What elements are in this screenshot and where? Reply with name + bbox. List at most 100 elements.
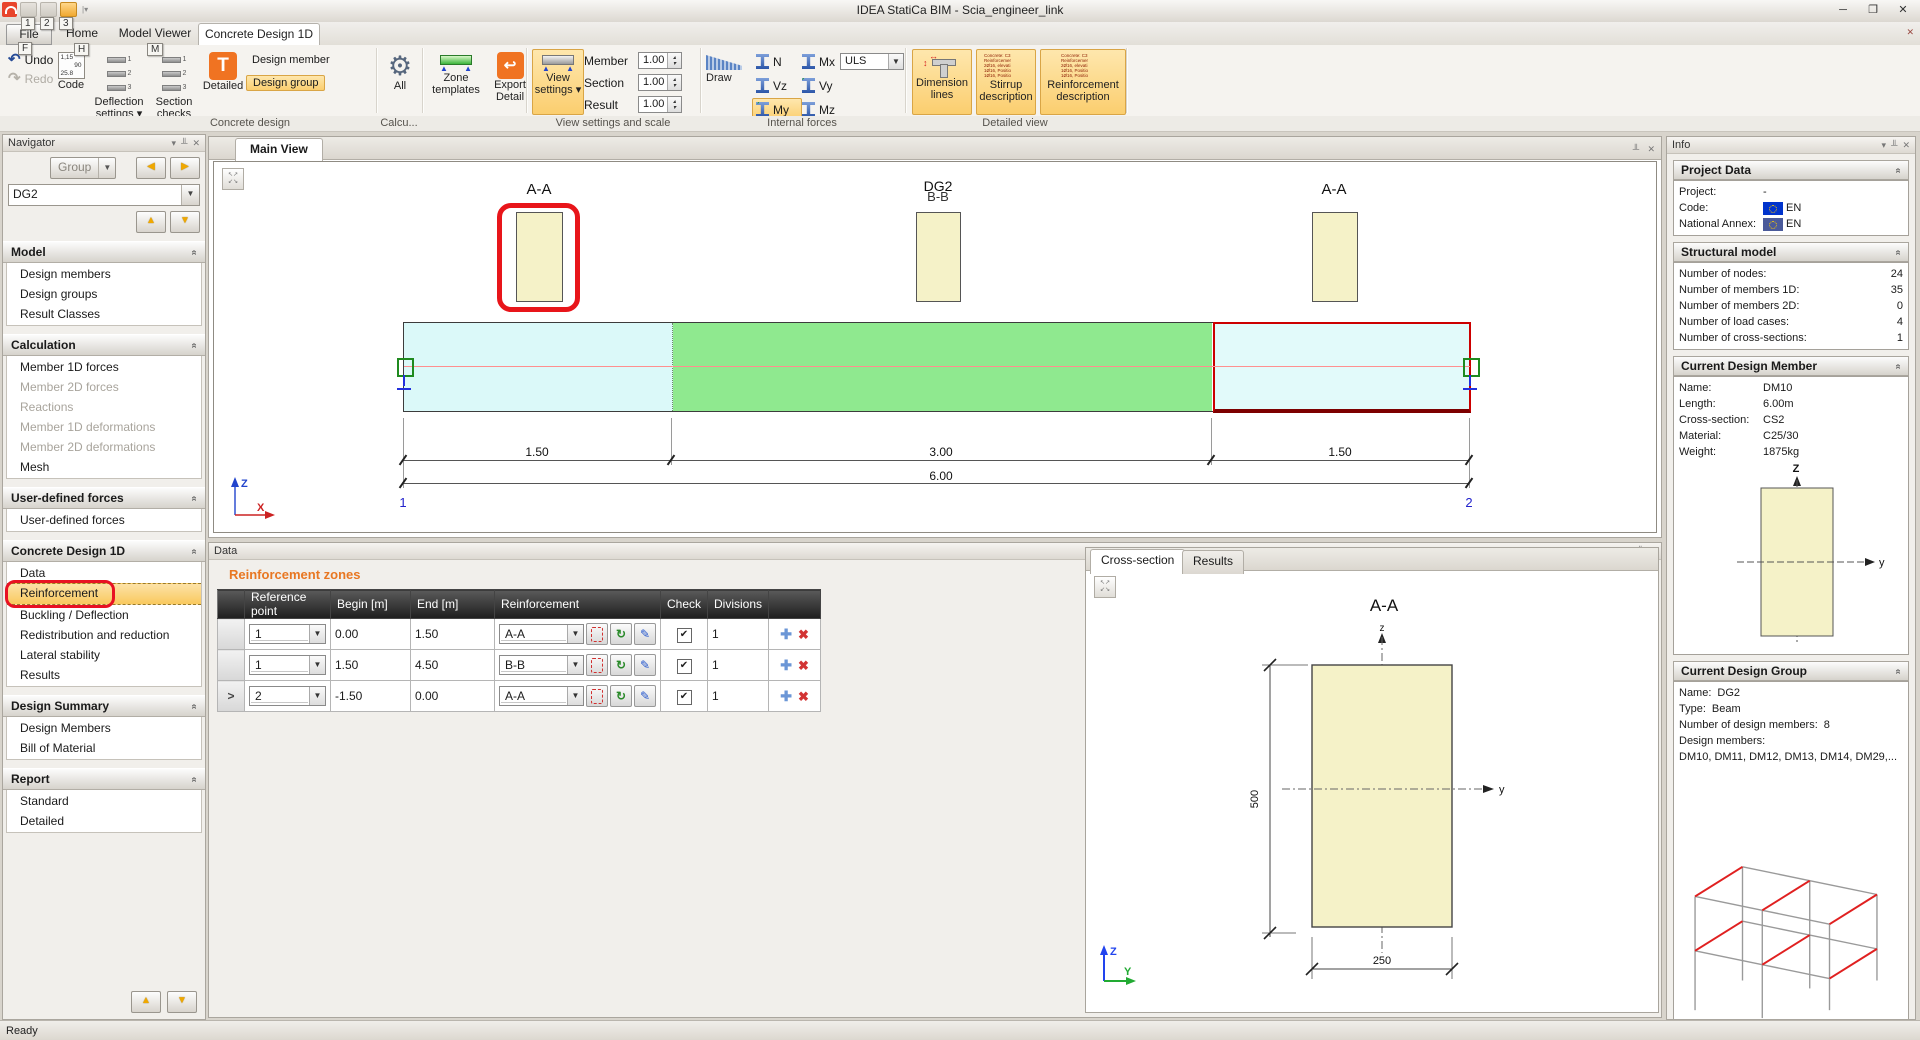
section-current-design-group[interactable]: Current Design Group« [1673, 661, 1909, 681]
scroll-up-button[interactable]: ▲ [131, 991, 161, 1013]
prev-group-button[interactable]: ◀ [136, 157, 166, 179]
begin-value[interactable]: 1.50 [331, 650, 411, 681]
stirrup-editor-button[interactable]: ↻ [610, 623, 632, 645]
section-project-data[interactable]: Project Data« [1673, 160, 1909, 180]
check-checkbox[interactable]: ✔ [677, 690, 692, 705]
check-checkbox[interactable]: ✔ [677, 628, 692, 643]
view-settings-button[interactable]: ▲▲ View settings ▾ [532, 49, 584, 115]
tab-main-view[interactable]: Main View [235, 138, 323, 163]
document-close-icon[interactable]: ✕ [1906, 27, 1914, 38]
zone-outline-button[interactable] [586, 685, 608, 707]
nav-item[interactable]: Redistribution and reduction [7, 625, 201, 645]
divisions-value[interactable]: 1 [708, 619, 769, 650]
nav-section-report[interactable]: Report« [3, 768, 205, 790]
tab-concrete-design-1d[interactable]: Concrete Design 1D [198, 23, 320, 47]
detailed-button[interactable]: T Detailed [204, 50, 242, 92]
nav-item[interactable]: Bill of Material [7, 738, 201, 758]
tab-model-viewer[interactable]: Model Viewer [114, 24, 196, 43]
reinforcement-description-button[interactable]: Concrete: C3Reinforcemer2Ø16, elevati1Ø1… [1040, 49, 1126, 115]
nav-item[interactable]: Member 2D deformations [7, 437, 201, 457]
nav-item[interactable]: Design groups [7, 284, 201, 304]
begin-value[interactable]: 0.00 [331, 619, 411, 650]
export-detail-button[interactable]: ↩ Export Detail [488, 50, 532, 103]
reinforcement-select[interactable]: B-B▼ [499, 655, 584, 675]
add-zone-button[interactable]: ✚ [777, 626, 795, 642]
scroll-down-button[interactable]: ▼ [167, 991, 197, 1013]
beam-member[interactable] [403, 322, 1471, 412]
zone-outline-button[interactable] [586, 623, 608, 645]
next-group-button[interactable]: ▶ [170, 157, 200, 179]
nav-item[interactable]: Data [7, 563, 201, 583]
group-mode-button[interactable]: Group▼ [50, 157, 116, 179]
scale-spinner[interactable]: 1.00 ▴▾ [638, 52, 682, 69]
stirrup-editor-button[interactable]: ↻ [610, 654, 632, 676]
close-icon[interactable]: ✕ [192, 138, 200, 148]
dimension-lines-button[interactable]: ↔↕ Dimension lines [912, 49, 972, 115]
delete-zone-button[interactable]: ✖ [795, 689, 812, 704]
zone-outline-button[interactable] [586, 654, 608, 676]
force-button[interactable]: Vz Vz [752, 74, 802, 97]
redo-button[interactable]: ↷Redo [8, 72, 53, 86]
end-value[interactable]: 1.50 [411, 619, 495, 650]
design-group-button[interactable]: Design group [246, 75, 325, 91]
zone-templates-button[interactable]: ▲▲ Zone templates [428, 50, 484, 96]
force-button[interactable]: Vy Vy [798, 74, 848, 97]
nav-section-calculation[interactable]: Calculation« [3, 334, 205, 356]
maximize-button[interactable]: ❐ [1858, 0, 1888, 20]
end-value[interactable]: 4.50 [411, 650, 495, 681]
divisions-value[interactable]: 1 [708, 681, 769, 712]
section-current-design-member[interactable]: Current Design Member« [1673, 356, 1909, 376]
nav-item[interactable]: Results [7, 665, 201, 685]
close-button[interactable]: ✕ [1888, 0, 1918, 20]
delete-zone-button[interactable]: ✖ [795, 658, 812, 673]
reference-point-select[interactable]: 2▼ [249, 686, 326, 706]
nav-item[interactable]: Reinforcement [7, 583, 201, 605]
down-item-button[interactable]: ▼ [170, 211, 200, 233]
reinforcement-zone-3-selected[interactable] [1213, 322, 1471, 413]
reinforcement-zone-2[interactable] [673, 323, 1212, 411]
reference-point-select[interactable]: 1▼ [249, 655, 326, 675]
code-button[interactable]: 1,159025.8 Code [52, 50, 90, 91]
design-member-button[interactable]: Design member [246, 53, 336, 67]
edit-reinforcement-button[interactable]: ✎ [634, 623, 656, 645]
edit-reinforcement-button[interactable]: ✎ [634, 685, 656, 707]
row-selector[interactable] [218, 619, 245, 650]
pin-icon[interactable]: ╨ [181, 138, 187, 148]
up-item-button[interactable]: ▲ [136, 211, 166, 233]
nav-item[interactable]: Mesh [7, 457, 201, 477]
nav-item[interactable]: Detailed [7, 811, 201, 831]
current-group-select[interactable]: DG2▼ [8, 184, 200, 206]
nav-item[interactable]: Member 1D deformations [7, 417, 201, 437]
nav-section-user-forces[interactable]: User-defined forces« [3, 487, 205, 509]
close-icon[interactable]: ✕ [1902, 140, 1910, 150]
nav-item[interactable]: Standard [7, 791, 201, 811]
nav-item[interactable]: Buckling / Deflection [7, 605, 201, 625]
end-value[interactable]: 0.00 [411, 681, 495, 712]
load-combination-select[interactable]: ULS▼ [840, 53, 904, 70]
check-checkbox[interactable]: ✔ [677, 659, 692, 674]
scale-spinner[interactable]: 1.00 ▴▾ [638, 96, 682, 113]
reinforcement-select[interactable]: A-A▼ [499, 624, 584, 644]
cross-section-symbol-aa-2[interactable] [1312, 212, 1358, 302]
nav-item[interactable]: Design Members [7, 718, 201, 738]
nav-item[interactable]: Design members [7, 264, 201, 284]
row-selector[interactable] [218, 650, 245, 681]
calculate-all-button[interactable]: ⚙ All [382, 50, 418, 92]
draw-button[interactable]: Draw [706, 55, 742, 84]
stirrup-description-button[interactable]: Concrete: C3Reinforcemer2Ø16, elevati1Ø1… [976, 49, 1036, 115]
add-zone-button[interactable]: ✚ [777, 657, 795, 673]
row-selector[interactable]: > [218, 681, 245, 712]
section-structural-model[interactable]: Structural model« [1673, 242, 1909, 262]
pin-icon[interactable]: ╨ [1891, 140, 1897, 150]
nav-section-model[interactable]: Model« [3, 241, 205, 263]
add-zone-button[interactable]: ✚ [777, 688, 795, 704]
divisions-value[interactable]: 1 [708, 650, 769, 681]
minimize-button[interactable]: ─ [1828, 0, 1858, 20]
nav-section-design-summary[interactable]: Design Summary« [3, 695, 205, 717]
chevron-down-icon[interactable]: ▾ [172, 138, 177, 148]
nav-item[interactable]: Lateral stability [7, 645, 201, 665]
stirrup-editor-button[interactable]: ↻ [610, 685, 632, 707]
force-button[interactable]: N N [752, 50, 802, 73]
undo-button[interactable]: ↶Undo [8, 53, 53, 67]
chevron-down-icon[interactable]: ▾ [1882, 140, 1887, 150]
